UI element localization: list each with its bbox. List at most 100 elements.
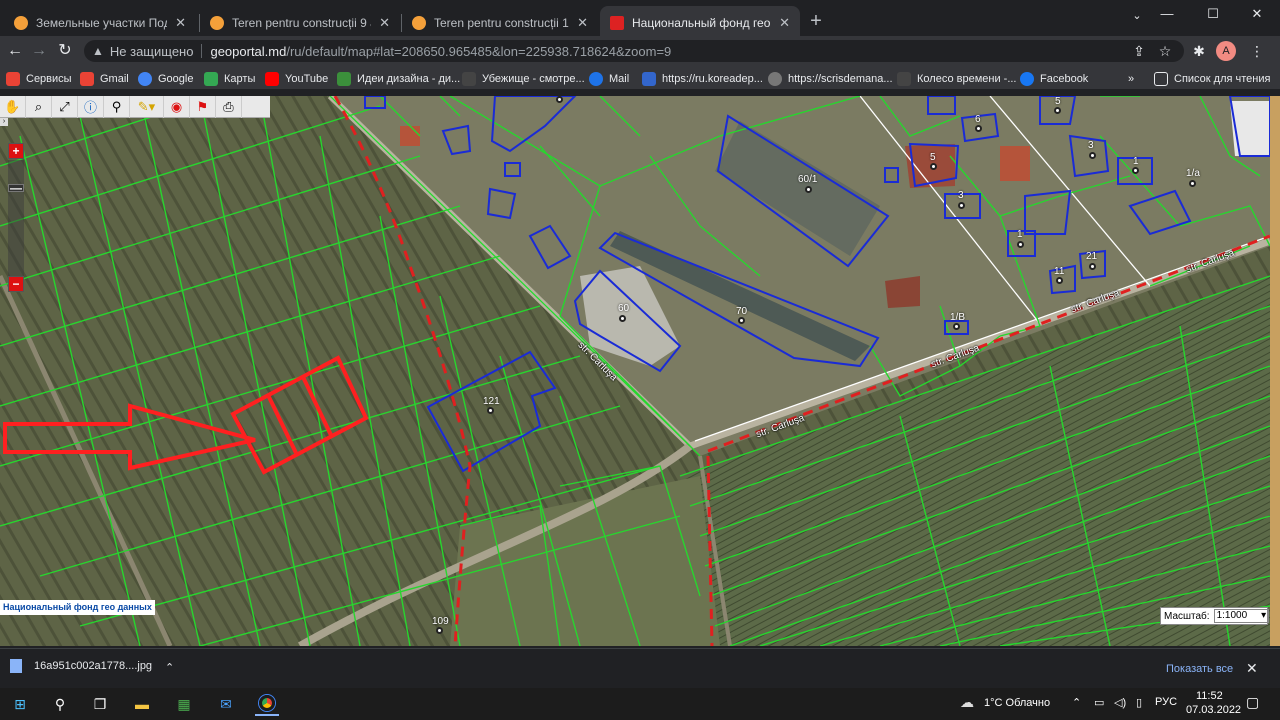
zoom-slider-track[interactable] [8, 160, 24, 276]
zoom-slider-handle[interactable]: — [8, 182, 24, 194]
extensions-icon[interactable]: ✱ [1188, 40, 1210, 62]
page-scrollbar[interactable] [1270, 96, 1280, 646]
file-explorer-icon[interactable]: ▬ [130, 692, 154, 716]
bookmark-google[interactable]: Google [138, 70, 193, 88]
zoom-out-button[interactable]: − [8, 276, 24, 292]
download-options-chevron-icon[interactable]: ⌃ [165, 661, 174, 674]
facebook-icon [1020, 72, 1034, 86]
back-button[interactable]: ← [4, 40, 26, 62]
bookmark-facebook[interactable]: Facebook [1020, 70, 1088, 88]
houzz-icon [337, 72, 351, 86]
bookmark-design[interactable]: Идеи дизайна - ди... [337, 70, 460, 88]
tray-chevron-icon[interactable]: ⌃ [1072, 696, 1081, 709]
bookmark-koleso[interactable]: Колесо времени -... [897, 70, 1016, 88]
pan-hand-icon[interactable]: ✋ [0, 95, 26, 118]
flag-icon[interactable]: ⚑ [190, 95, 216, 118]
chrome-icon[interactable] [255, 692, 279, 716]
bookmark-services[interactable]: Сервисы [6, 70, 72, 88]
tab-title: Земельные участки Под строите [36, 16, 167, 30]
download-item[interactable]: 16a951c002a1778....jpg [10, 659, 152, 673]
task-view-icon[interactable]: ❐ [88, 692, 112, 716]
forward-button[interactable]: → [28, 40, 50, 62]
tab-close-icon[interactable]: ✕ [577, 15, 588, 31]
bookmark-scrisdemana[interactable]: https://scrisdemana... [768, 70, 893, 88]
clock-date[interactable]: 07.03.2022 [1186, 704, 1241, 716]
print-icon[interactable]: ⎙ [216, 95, 242, 118]
clock-time[interactable]: 11:52 [1196, 690, 1223, 702]
map-svg [0, 96, 1270, 646]
tab-title: Teren pentru construcții 18 ari! st [434, 16, 569, 30]
volume-icon[interactable]: ◁) [1114, 696, 1126, 709]
close-window-button[interactable]: ✕ [1234, 4, 1280, 24]
download-bar: 16a951c002a1778....jpg ⌃ Показать все ✕ [0, 648, 1280, 688]
reload-button[interactable]: ↻ [54, 40, 76, 62]
parcel-point [619, 315, 626, 322]
target-icon[interactable]: ◉ [164, 95, 190, 118]
bookmark-koreadep[interactable]: https://ru.koreadep... [642, 70, 763, 88]
parcel-point [556, 96, 563, 103]
weather-cloud-icon[interactable]: ☁ [960, 694, 974, 711]
menu-icon[interactable]: ⋮ [1246, 40, 1268, 62]
bookmark-ubezhishche[interactable]: Убежище - смотре... [462, 70, 585, 88]
zoom-in-button[interactable]: + [8, 143, 24, 159]
reading-list-button[interactable]: Список для чтения [1154, 70, 1270, 88]
search-icon[interactable]: ⚲ [48, 692, 72, 716]
profile-avatar[interactable]: A [1216, 41, 1236, 61]
close-download-bar-button[interactable]: ✕ [1246, 660, 1258, 677]
full-extent-icon[interactable]: ⤢ [52, 95, 78, 118]
show-all-downloads-button[interactable]: Показать все [1152, 657, 1247, 681]
tab-close-icon[interactable]: ✕ [779, 15, 790, 31]
input-language[interactable]: РУС [1155, 696, 1177, 708]
tab-teren-18[interactable]: Teren pentru construcții 18 ari! st ✕ [402, 6, 598, 40]
bookmark-label: Gmail [100, 73, 129, 85]
battery-icon[interactable]: ▯ [1136, 696, 1142, 709]
new-tab-button[interactable]: + [806, 9, 826, 33]
parcel-number-121: 121 [483, 396, 500, 407]
bookmark-youtube[interactable]: YouTube [265, 70, 328, 88]
tab-geoportal[interactable]: Национальный фонд гео данны ✕ [600, 6, 800, 40]
notifications-icon[interactable]: ▢ [1246, 694, 1259, 711]
map-canvas[interactable]: 60/1 60 70 121 109 5 6 5 3 3 1 1/a 1 11 … [0, 96, 1270, 646]
parcel-number-109: 109 [432, 616, 449, 627]
panel-toggle-icon[interactable]: › [0, 118, 8, 126]
dropdown-chevron-icon: ▾ [1261, 610, 1267, 621]
windows-start-icon[interactable]: ⊞ [8, 692, 32, 716]
screen: Земельные участки Под строите ✕ Teren pe… [0, 0, 1280, 720]
measure-tool-icon[interactable]: ✎▾ [130, 95, 164, 118]
tab-zemelnye[interactable]: Земельные участки Под строите ✕ [4, 6, 196, 40]
bookmark-label: Убежище - смотре... [482, 73, 585, 85]
tab-title: Национальный фонд гео данны [632, 16, 771, 30]
tab-close-icon[interactable]: ✕ [175, 15, 186, 31]
share-icon[interactable]: ⇪ [1128, 40, 1150, 62]
info-icon[interactable]: ⓘ [78, 95, 104, 118]
mail-icon[interactable]: ✉ [214, 692, 238, 716]
parcel-number-601: 60/1 [798, 174, 818, 185]
roof-red [1000, 146, 1030, 181]
minimize-button[interactable]: — [1144, 4, 1190, 24]
calculator-icon[interactable]: ▦ [172, 692, 196, 716]
binoculars-icon[interactable]: ⚲ [104, 95, 130, 118]
roof-red [885, 276, 920, 308]
bookmarks-overflow-button[interactable]: » [1128, 70, 1134, 88]
parcel-number-5: 5 [930, 152, 936, 163]
bookmark-star-icon[interactable]: ☆ [1154, 40, 1176, 62]
parcel-point [436, 627, 443, 634]
address-bar[interactable]: ▲ Не защищено geoportal.md /ru/default/m… [84, 40, 1184, 62]
parcel-number-6: 6 [975, 114, 981, 125]
tab-close-icon[interactable]: ✕ [379, 15, 390, 31]
bookmark-gmail[interactable]: Gmail [80, 70, 129, 88]
tab-teren-9[interactable]: Teren pentru construcții 9 ari! str ✕ [200, 6, 400, 40]
warning-icon[interactable]: ▲ [92, 44, 104, 58]
network-icon[interactable]: ▭ [1094, 696, 1104, 709]
bookmark-label: https://ru.koreadep... [662, 73, 763, 85]
apps-grid-icon [6, 72, 20, 86]
maximize-button[interactable]: ☐ [1190, 4, 1236, 24]
parcel-number-21: 21 [1086, 251, 1098, 262]
scale-select[interactable]: 1:1000 ▾ [1213, 609, 1270, 623]
bookmark-mail[interactable]: Mail [589, 70, 629, 88]
reading-list-icon [1154, 72, 1168, 86]
parcel-point [1017, 241, 1024, 248]
zoom-select-icon[interactable]: ⌕ [26, 95, 52, 118]
weather-text[interactable]: 1°C Облачно [984, 697, 1050, 709]
bookmark-maps[interactable]: Карты [204, 70, 255, 88]
